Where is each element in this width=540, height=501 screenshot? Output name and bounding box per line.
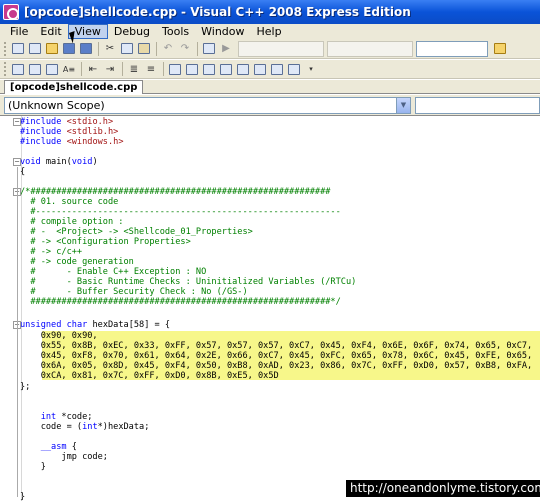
document-tab-strip: [opcode]shellcode.cpp: [0, 80, 540, 94]
code-line-highlighted: 0x6A, 0x05, 0x8D, 0x45, 0xF4, 0x50, 0xB8…: [20, 361, 533, 371]
chevron-down-icon[interactable]: ▼: [396, 97, 410, 113]
display-object-list-icon[interactable]: [10, 61, 26, 77]
display-quick-info-icon[interactable]: [44, 61, 60, 77]
find-in-files-icon[interactable]: [492, 41, 508, 57]
code-line: code = (int*)hexData;: [20, 422, 150, 432]
app-icon: [3, 4, 19, 20]
scope-value: (Unknown Scope): [8, 98, 105, 112]
toolbar-separator: [98, 41, 99, 56]
code-comment: # - Buffer Security Check : No (/GS-): [20, 287, 248, 297]
code-comment: # -> <Configuration Properties>: [20, 237, 191, 247]
menu-file[interactable]: File: [4, 24, 34, 39]
window-title: [opcode]shellcode.cpp - Visual C++ 2008 …: [24, 5, 411, 19]
cut-icon[interactable]: ✂: [102, 41, 118, 57]
toggle-bookmark-icon[interactable]: [167, 61, 183, 77]
next-bookmark-icon[interactable]: [201, 61, 217, 77]
clear-bookmarks-icon[interactable]: [286, 61, 302, 77]
code-comment: # - Enable C++ Exception : NO: [20, 267, 207, 277]
code-line: #include <windows.h>: [20, 137, 124, 147]
display-parameter-info-icon[interactable]: [27, 61, 43, 77]
undo-icon[interactable]: ↶: [160, 41, 176, 57]
toolbar-grip[interactable]: [4, 62, 7, 76]
code-line-highlighted: 0x55, 0x8B, 0xEC, 0x33, 0xFF, 0x57, 0x57…: [20, 341, 533, 351]
previous-bookmark-icon[interactable]: [184, 61, 200, 77]
code-comment: # - <Project> -> <Shellcode_01_Propertie…: [20, 227, 253, 237]
next-bookmark-folder-icon[interactable]: [235, 61, 251, 77]
comment-out-icon[interactable]: ≣: [126, 61, 142, 77]
uncomment-icon[interactable]: ≡: [143, 61, 159, 77]
navigation-bar: (Unknown Scope) ▼: [0, 95, 540, 115]
toolbar-options-icon[interactable]: ▾: [303, 61, 319, 77]
paste-icon[interactable]: [136, 41, 152, 57]
code-line: int *code;: [40, 412, 93, 422]
code-comment: #---------------------------------------…: [20, 207, 341, 217]
code-comment: ########################################…: [20, 297, 341, 307]
code-line: {: [20, 167, 26, 177]
toolbar-separator: [156, 41, 157, 56]
code-line-highlighted: 0x45, 0xF8, 0x70, 0x61, 0x64, 0x2E, 0x66…: [20, 351, 533, 361]
code-line: __asm {: [40, 442, 77, 452]
code-editor[interactable]: #include <stdio.h> #include <stdlib.h> #…: [0, 115, 540, 501]
code-comment: # compile option :: [20, 217, 124, 227]
code-line: };: [20, 382, 31, 392]
scope-dropdown[interactable]: (Unknown Scope) ▼: [4, 96, 411, 114]
code-comment: # -> c/c++: [20, 247, 83, 257]
toolbar-separator: [197, 41, 198, 56]
new-project-icon[interactable]: [10, 41, 26, 57]
code-text: #include <stdio.h> #include <stdlib.h> #…: [0, 116, 540, 501]
next-bookmark-document-icon[interactable]: [269, 61, 285, 77]
toolbar-separator: [122, 62, 123, 76]
menu-debug[interactable]: Debug: [108, 24, 156, 39]
navigate-icon[interactable]: [201, 41, 217, 57]
code-line: }: [20, 462, 46, 472]
find-combo[interactable]: [416, 40, 488, 57]
open-file-icon[interactable]: [44, 41, 60, 57]
text-editor-toolbar: A≡ ⇤ ⇥ ≣ ≡ ▾: [0, 60, 540, 79]
tab-shellcode-cpp[interactable]: [opcode]shellcode.cpp: [4, 80, 144, 94]
member-dropdown[interactable]: [415, 96, 540, 114]
menu-edit[interactable]: Edit: [34, 24, 67, 39]
toolbar-grip[interactable]: [4, 41, 7, 56]
fold-toggle[interactable]: −: [13, 158, 21, 166]
previous-bookmark-document-icon[interactable]: [252, 61, 268, 77]
code-line-highlighted: 0xCA, 0x81, 0x7C, 0xFF, 0xD0, 0x8B, 0xE5…: [20, 371, 279, 381]
previous-bookmark-folder-icon[interactable]: [218, 61, 234, 77]
toolbar-separator: [81, 62, 82, 76]
watermark: http://oneandonlyme.tistory.com: [346, 480, 540, 497]
save-icon[interactable]: [61, 41, 77, 57]
start-debug-icon[interactable]: ▶: [218, 41, 234, 57]
toolbar-separator: [163, 62, 164, 76]
code-comment: # -> code generation: [20, 257, 134, 267]
fold-toggle[interactable]: −: [13, 118, 21, 126]
menu-window[interactable]: Window: [195, 24, 250, 39]
decrease-indent-icon[interactable]: ⇤: [85, 61, 101, 77]
solution-platform-combo[interactable]: [327, 40, 413, 57]
save-all-icon[interactable]: [78, 41, 94, 57]
menu-help[interactable]: Help: [251, 24, 288, 39]
solution-config-combo[interactable]: [238, 40, 324, 57]
complete-word-icon[interactable]: A≡: [61, 61, 77, 77]
code-comment: /*######################################…: [20, 187, 331, 197]
code-line: jmp code;: [20, 452, 108, 462]
code-line: unsigned char hexData[58] = {: [20, 320, 171, 330]
code-line: }: [20, 492, 26, 501]
code-line: #include <stdlib.h>: [20, 127, 119, 137]
fold-guide: [17, 167, 18, 497]
increase-indent-icon[interactable]: ⇥: [102, 61, 118, 77]
code-comment: # - Basic Runtime Checks : Uninitialized…: [20, 277, 357, 287]
code-line: void main(void): [20, 157, 98, 167]
standard-toolbar: ✂ ↶ ↷ ▶: [0, 39, 540, 59]
redo-icon[interactable]: ↷: [177, 41, 193, 57]
code-line-highlighted: 0x90, 0x90,: [20, 331, 98, 341]
code-line: #include <stdio.h>: [20, 117, 114, 127]
title-bar: [opcode]shellcode.cpp - Visual C++ 2008 …: [0, 0, 540, 24]
add-item-icon[interactable]: [27, 41, 43, 57]
copy-icon[interactable]: [119, 41, 135, 57]
code-comment: # 01. source code: [20, 197, 119, 207]
menu-tools[interactable]: Tools: [156, 24, 195, 39]
